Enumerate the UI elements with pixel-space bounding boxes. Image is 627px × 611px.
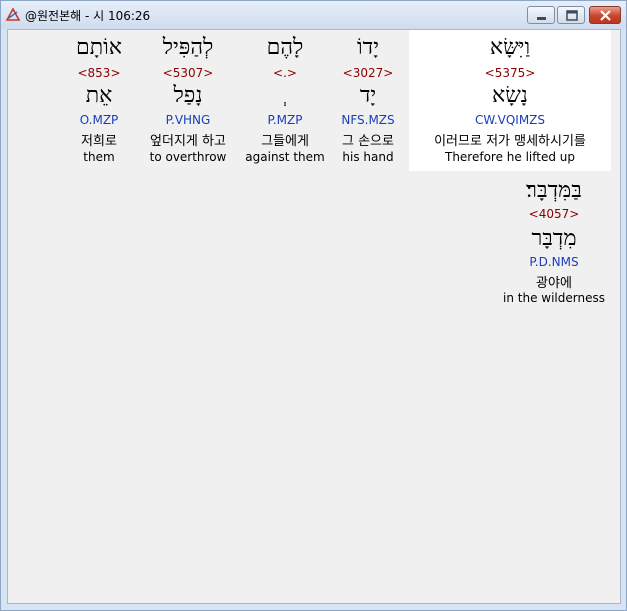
english-gloss: his hand: [342, 150, 394, 164]
word-cell[interactable]: אוֹתָם <853> אֵת O.MZP 저희로 them: [64, 30, 134, 171]
morphology-code: P.D.NMS: [529, 255, 579, 269]
korean-translation: 이러므로 저가 맹세하시기를: [434, 134, 586, 149]
word-cell[interactable]: וַיִּשָּׂא <5375> נָשָׂא CW.VQIMZS 이러므로 …: [409, 30, 611, 171]
minimize-button[interactable]: [527, 6, 555, 24]
word-cell[interactable]: לְהַפִּיל <5307> נָפַל P.VHNG 엎더지게 하고 to…: [138, 30, 238, 171]
morphology-code: P.VHNG: [165, 113, 211, 127]
hebrew-word: יָדוֹ: [357, 35, 379, 60]
strong-number[interactable]: <.>: [244, 66, 326, 80]
app-icon[interactable]: [5, 7, 21, 23]
close-icon: [600, 10, 611, 21]
korean-translation: 그들에게: [261, 134, 309, 149]
minimize-icon: [537, 17, 546, 20]
strong-number[interactable]: <5307>: [138, 66, 238, 80]
hebrew-word: וַיִּשָּׂא: [489, 35, 531, 60]
hebrew-word: לְהַפִּיל: [162, 35, 214, 60]
morphology-code: NFS.MZS: [341, 113, 395, 127]
english-gloss: in the wilderness: [503, 291, 605, 305]
word-cell[interactable]: לָהֶם <.> ְ P.MZP 그들에게 against them: [244, 30, 326, 171]
english-gloss: Therefore he lifted up: [444, 150, 576, 164]
morphology-code: CW.VQIMZS: [474, 113, 546, 127]
window-title: @원전본해 - 시 106:26: [25, 9, 151, 23]
morphology-code: O.MZP: [79, 113, 119, 127]
app-window: @원전본해 - 시 106:26 וַיִּשָּׂא <5375> נָשָׂ…: [0, 0, 627, 611]
strong-number[interactable]: <5375>: [409, 66, 611, 80]
verse-panel: וַיִּשָּׂא <5375> נָשָׂא CW.VQIMZS 이러므로 …: [7, 29, 621, 604]
title-bar[interactable]: @원전본해 - 시 106:26: [1, 1, 626, 29]
hebrew-word: אוֹתָם: [76, 35, 122, 60]
hebrew-word: בַּמִּדְבָּר׃: [526, 178, 582, 203]
english-gloss: them: [83, 150, 115, 164]
strong-number[interactable]: <3027>: [328, 66, 408, 80]
word-cell[interactable]: בַּמִּדְבָּר׃ <4057> מִדְבָּר P.D.NMS 광야…: [498, 175, 610, 306]
maximize-icon: [566, 10, 578, 21]
morphology-code: P.MZP: [267, 113, 303, 127]
hebrew-lemma: מִדְבָּר: [531, 226, 577, 251]
hebrew-lemma: נָפַל: [173, 83, 203, 108]
hebrew-lemma: אֵת: [85, 83, 113, 108]
maximize-button[interactable]: [557, 6, 585, 24]
hebrew-lemma: יָד: [359, 83, 377, 108]
korean-translation: 엎더지게 하고: [150, 134, 226, 149]
hebrew-lemma: נָשָׂא: [492, 83, 528, 108]
korean-translation: 그 손으로: [342, 134, 394, 149]
word-cell[interactable]: יָדוֹ <3027> יָד NFS.MZS 그 손으로 his hand: [328, 30, 408, 171]
korean-translation: 광야에: [536, 276, 572, 291]
strong-number[interactable]: <4057>: [498, 207, 610, 221]
hebrew-word: לָהֶם: [266, 35, 304, 60]
hebrew-lemma: ְ: [244, 82, 326, 108]
english-gloss: against them: [245, 150, 325, 164]
english-gloss: to overthrow: [149, 150, 227, 164]
korean-translation: 저희로: [81, 134, 117, 149]
close-button[interactable]: [589, 6, 621, 24]
strong-number[interactable]: <853>: [64, 66, 134, 80]
